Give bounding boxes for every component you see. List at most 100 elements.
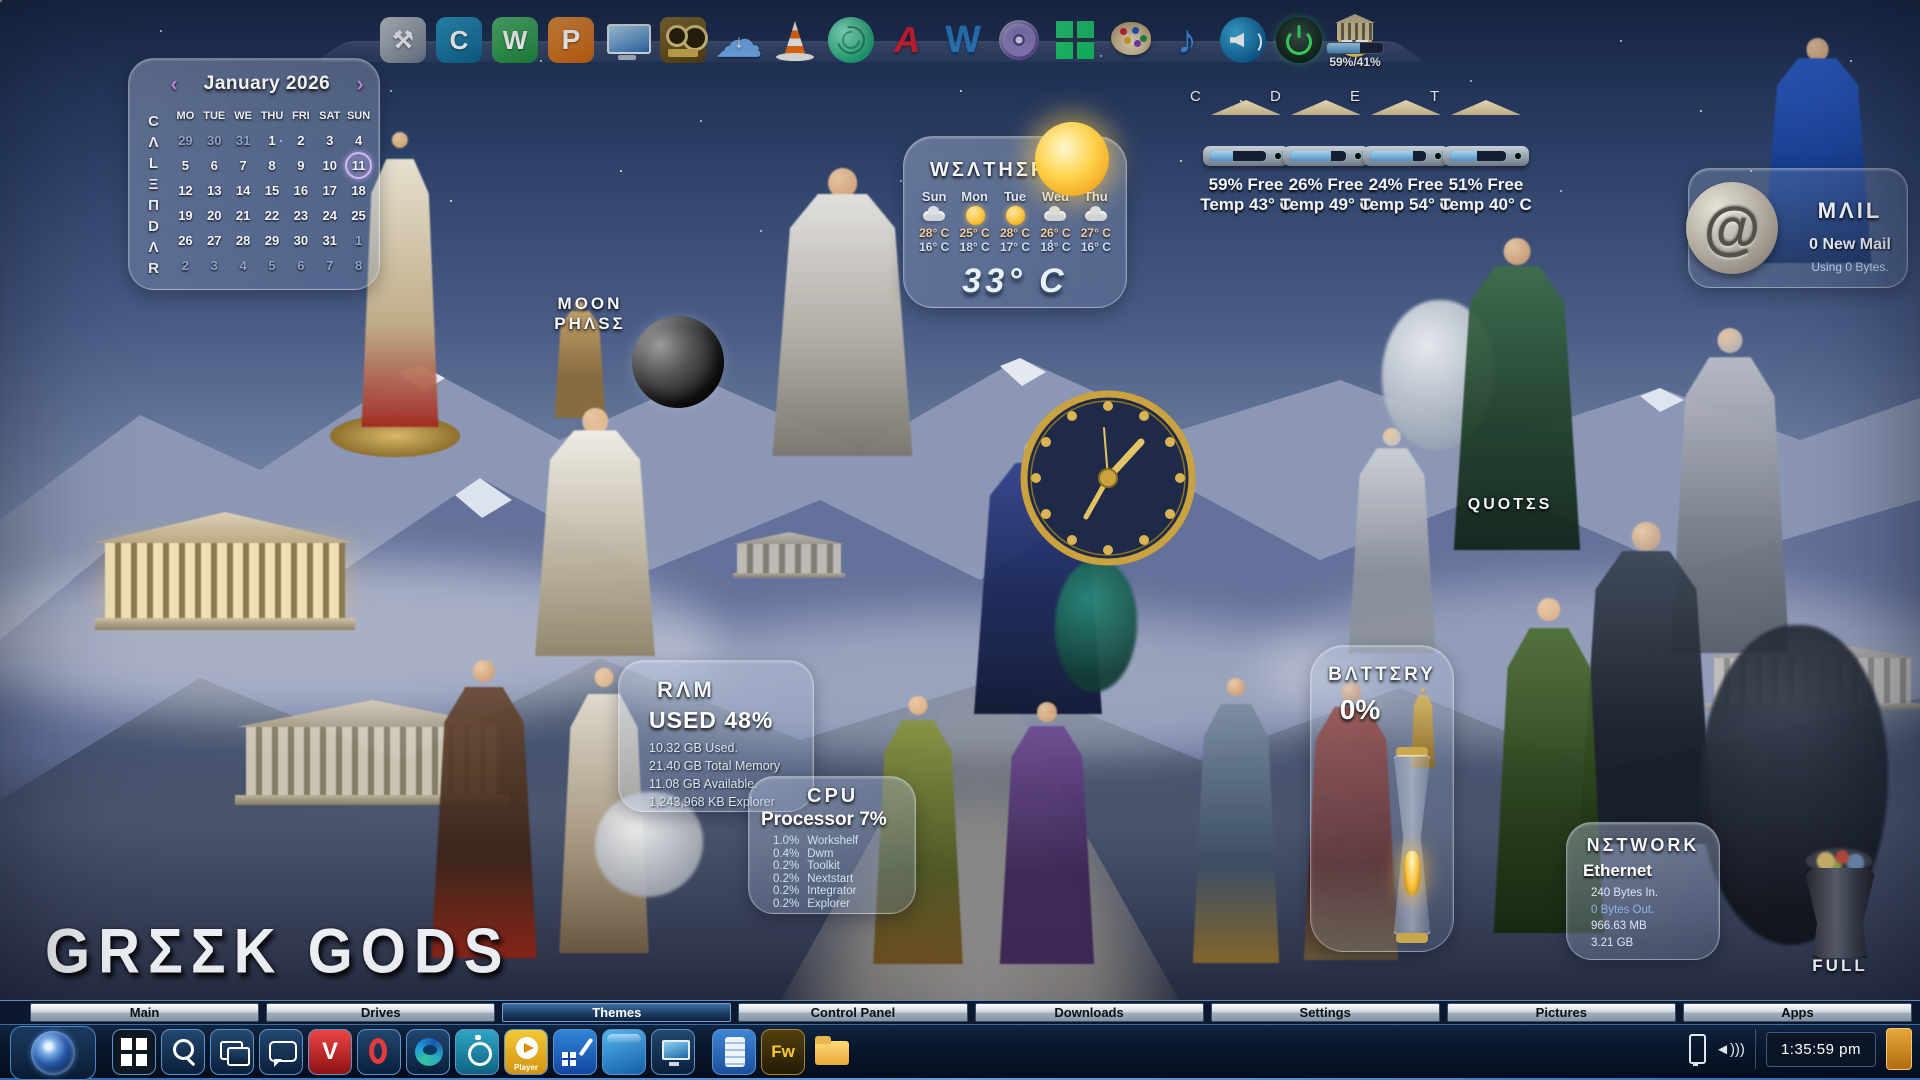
drives[interactable]: Drives [266,1003,495,1022]
word-icon[interactable]: W [940,17,986,63]
calendar-day-cell: 27 [203,229,226,252]
drive-usage-bar [1210,151,1266,161]
themes[interactable]: Themes [502,1003,731,1022]
media-player-app[interactable]: Player [504,1029,548,1075]
weather-icon [921,208,947,224]
power-icon[interactable] [1276,17,1322,63]
cpu-widget[interactable]: CPU Processor 7% 1.0%Workshelf 0.4%Dwm 0… [748,776,916,914]
windows-icon[interactable] [1052,17,1098,63]
calendar-widget[interactable]: ‹ January 2026 › CΛLΞΠDΛR MO TUE WE THU … [128,58,380,290]
launcher-orb-button[interactable] [10,1026,96,1080]
calendar-day-cell: 30 [289,229,312,252]
calendar-day-cell: 29 [260,229,283,252]
paint-app[interactable] [553,1029,597,1075]
network-line: 0 Bytes Out. [1591,902,1658,919]
vivaldi-browser[interactable]: V [308,1029,352,1075]
calendar-day-cell: 6 [203,154,226,177]
cpu-process: 0.4%Dwm [773,848,858,861]
mail-new-count: 0 New Mail [1790,236,1910,254]
recycle-bin[interactable] [1800,862,1880,958]
display-icon[interactable] [604,17,650,63]
display-tile-app[interactable] [602,1029,646,1075]
calendar-day-cell: 14 [232,179,255,202]
task-view-button[interactable] [210,1029,254,1075]
film-projector-icon[interactable] [660,17,706,63]
cpu-process-list: 1.0%Workshelf 0.4%Dwm 0.2%Toolkit 0.2%Ne… [773,835,858,910]
cpu-process: 0.2%Explorer [773,898,858,911]
cloud-download-icon[interactable]: ☁ [716,17,762,63]
temple-icon [1335,14,1375,40]
calendar-day-cell: 21 [232,204,255,227]
acrobat-icon[interactable]: A [884,17,930,63]
drive-usage-bar [1370,151,1426,161]
edge-browser[interactable] [406,1029,450,1075]
control-panel[interactable]: Control Panel [738,1003,967,1022]
show-desktop-button[interactable] [1886,1028,1912,1070]
ram-line: 21.40 GB Total Memory [649,757,780,775]
aphrodite-figure [520,408,670,656]
day-header: TUE [203,110,225,122]
tray-volume-icon[interactable]: ◄))) [1715,1041,1745,1058]
weather-day: Wed 26° C 18° C [1035,189,1075,254]
drive-widget[interactable]: T 51% Free Temp 40° C [1436,100,1536,215]
monitor-app[interactable] [651,1029,695,1075]
weather-days: Sun 28° C 16° C Mon 25° C 18° C Tue 28° … [914,189,1116,254]
calendar-day-cell: 16 [289,179,312,202]
mail-at-icon[interactable]: @ [1686,182,1778,274]
calendar-next-button[interactable]: › [349,71,371,97]
finance-widget[interactable]: 59%/41% [1318,14,1392,69]
phone-icon[interactable] [1685,1034,1705,1064]
weather-day: Thu 27° C 16° C [1076,189,1116,254]
picsart-icon[interactable]: P [548,17,594,63]
dvd-disc-icon[interactable] [996,17,1042,63]
cpu-usage: Processor 7% [761,809,887,831]
timer-app[interactable] [455,1029,499,1075]
battery-title: BΛTTΣRY [1311,664,1453,686]
weather-icon [1083,208,1109,224]
calendar-day-cell: 26 [174,229,197,252]
search-button[interactable] [161,1029,205,1075]
day-header: SUN [347,110,370,122]
clock-time[interactable]: 1:35:59 pm [1766,1032,1876,1067]
file-explorer[interactable] [810,1029,854,1075]
downloads[interactable]: Downloads [975,1003,1204,1022]
moon-phase-title: MOON PHΛSΣ [520,294,660,334]
network-widget[interactable]: NΣTWORK Ethernet 240 Bytes In.0 Bytes Ou… [1566,822,1720,960]
settings[interactable]: Settings [1211,1003,1440,1022]
notes-app[interactable] [712,1029,756,1075]
calendar-prev-button[interactable]: ‹ [163,71,185,97]
calendar-day-cell: 4 [347,129,370,152]
paint-palette-icon[interactable] [1108,17,1154,63]
day-header: WE [234,110,252,122]
desktop: ⚒ C W P ☁ A W ♪ [0,0,1920,1080]
calendar-day-cell: 30 [203,129,226,152]
calendar-day-cell: 5 [174,154,197,177]
wondershare-icon[interactable]: W [492,17,538,63]
main[interactable]: Main [30,1003,259,1022]
drive-temple-icon [1213,100,1279,148]
vlc-icon[interactable] [772,17,818,63]
music-note-icon[interactable]: ♪ [1164,17,1210,63]
calendar-today-cell: 11 [345,152,372,179]
fireworks-app[interactable]: Fw [761,1029,805,1075]
quotes-title[interactable]: QUOTΣS [1455,496,1565,514]
calendar-day-cell: 25 [347,204,370,227]
cyberlink-icon[interactable]: C [436,17,482,63]
yarn-ball-icon[interactable] [828,17,874,63]
network-line: 240 Bytes In. [1591,885,1658,902]
utility-tools-icon[interactable]: ⚒ [380,17,426,63]
weather-day: Mon 25° C 18° C [954,189,994,254]
weather-day: Sun 28° C 16° C [914,189,954,254]
pictures[interactable]: Pictures [1447,1003,1676,1022]
start-button[interactable] [112,1029,156,1075]
volume-icon[interactable] [1220,17,1266,63]
ram-title: RΛM [657,677,715,703]
mail-title: MΛIL [1800,198,1900,224]
calendar-day-cell: 8 [347,254,370,277]
cpu-title: CPU [807,785,858,808]
calendar-day-cell: 13 [203,179,226,202]
chat-button[interactable] [259,1029,303,1075]
analog-clock[interactable] [1020,390,1196,571]
opera-browser[interactable] [357,1029,401,1075]
apps[interactable]: Apps [1683,1003,1912,1022]
